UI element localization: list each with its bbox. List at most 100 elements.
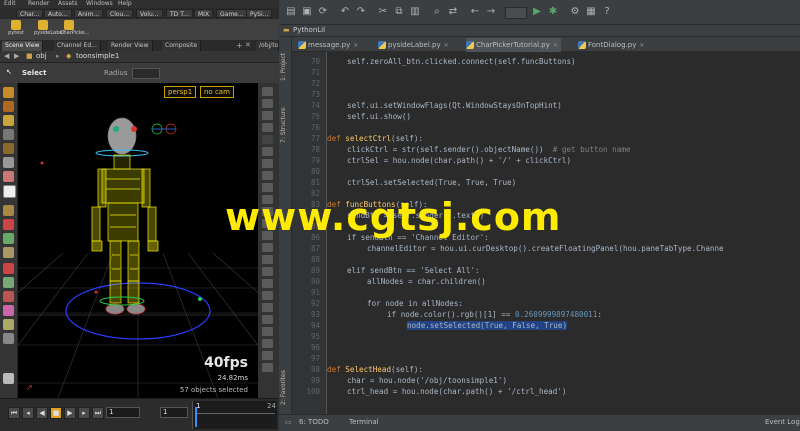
tab-scene-view[interactable]: Scene View: [2, 41, 44, 51]
step-forward-icon[interactable]: ▸: [78, 407, 90, 419]
display-icon[interactable]: [262, 243, 273, 252]
display-icon[interactable]: [262, 99, 273, 108]
display-icon[interactable]: [262, 183, 273, 192]
stop-icon[interactable]: ■: [50, 407, 62, 419]
snap-tool-icon[interactable]: [3, 171, 14, 182]
display-icon[interactable]: [262, 159, 273, 168]
todo-tab[interactable]: 6: TODO: [299, 418, 329, 426]
select-arrow-icon[interactable]: ↖: [6, 68, 12, 76]
camera-menu[interactable]: persp1: [164, 86, 197, 98]
radius-field[interactable]: [132, 68, 160, 79]
copy-icon[interactable]: ⧉: [393, 6, 405, 18]
display-icon[interactable]: [262, 123, 273, 132]
display-icon[interactable]: [262, 351, 273, 360]
sync-icon[interactable]: ⟳: [317, 6, 329, 18]
undo-icon[interactable]: ↶: [339, 6, 351, 18]
tool-window-toggle-icon[interactable]: ▭: [285, 418, 292, 426]
menu-render[interactable]: Render: [28, 0, 49, 7]
jump-start-icon[interactable]: ⏮: [8, 407, 20, 419]
view-tool-icon[interactable]: [3, 185, 16, 198]
display-icon[interactable]: [262, 327, 273, 336]
cut-icon[interactable]: ✂: [377, 6, 389, 18]
display-icon[interactable]: [262, 303, 273, 312]
rotate-tool-icon[interactable]: [3, 115, 14, 126]
display-icon[interactable]: [262, 171, 273, 180]
shelf-tab-mix[interactable]: MIX: [194, 9, 214, 18]
project-breadcrumb[interactable]: PythonLil: [293, 26, 325, 34]
jump-end-icon[interactable]: ⏭: [92, 407, 104, 419]
display-icon[interactable]: [262, 87, 273, 96]
favorites-tool-tab[interactable]: 2: Favorites: [280, 357, 291, 405]
close-tab-icon[interactable]: ✕: [639, 42, 644, 49]
scale-tool-icon[interactable]: [3, 129, 14, 140]
display-icon[interactable]: [262, 279, 273, 288]
display-icon[interactable]: [262, 339, 273, 348]
current-frame-field[interactable]: 1: [106, 407, 140, 418]
replace-icon[interactable]: ⇄: [447, 6, 459, 18]
visualize-icon[interactable]: [3, 291, 14, 302]
debug-icon[interactable]: ✱: [547, 6, 559, 18]
add-tab-icon[interactable]: +: [236, 41, 243, 50]
light-icon[interactable]: [3, 233, 14, 244]
run-icon[interactable]: ▶: [531, 6, 543, 18]
display-icon[interactable]: [262, 255, 273, 264]
link-icon[interactable]: [3, 319, 14, 330]
terminal-tab[interactable]: Terminal: [349, 418, 379, 426]
display-options-icon[interactable]: [3, 277, 14, 288]
settings-icon[interactable]: ⚙: [569, 6, 581, 18]
forward-icon[interactable]: →: [485, 6, 497, 18]
project-tool-tab[interactable]: 1: Project: [280, 41, 291, 81]
paste-icon[interactable]: ▥: [409, 6, 421, 18]
step-back-icon[interactable]: ◂: [22, 407, 34, 419]
help-icon[interactable]: [3, 373, 14, 384]
camera-icon[interactable]: [3, 247, 14, 258]
path-network[interactable]: obj: [36, 52, 47, 60]
tab-composite[interactable]: Composite: [162, 41, 202, 51]
shelf-tab-anim[interactable]: Anim...: [74, 9, 104, 18]
tab-render-view[interactable]: Render View: [108, 41, 153, 51]
display-icon[interactable]: [262, 111, 273, 120]
path-node[interactable]: toonsimple1: [76, 52, 119, 60]
menu-windows[interactable]: Windows: [86, 0, 113, 7]
shelf-tab-game[interactable]: Game...: [216, 9, 248, 18]
select-tool-icon[interactable]: [3, 87, 14, 98]
shelf-tab-volu[interactable]: Volu...: [136, 9, 163, 18]
back-icon[interactable]: ←: [469, 6, 481, 18]
shelf-tool-pytest[interactable]: pytest: [7, 20, 25, 39]
menu-assets[interactable]: Assets: [58, 0, 78, 7]
display-icon[interactable]: [262, 267, 273, 276]
render-region-icon[interactable]: [3, 205, 14, 216]
find-icon[interactable]: ⌕: [431, 6, 443, 18]
handle-tool-icon[interactable]: [3, 157, 14, 168]
redo-icon[interactable]: ↷: [355, 6, 367, 18]
tab-charpickertutorial-py[interactable]: CharPickerTutorial.py ✕: [466, 38, 561, 52]
display-icon[interactable]: [262, 135, 273, 144]
ghost-icon[interactable]: [3, 305, 14, 316]
tab-network-path[interactable]: /obj/toon...: [256, 41, 279, 51]
save-icon[interactable]: ▣: [301, 6, 313, 18]
forward-arrow-icon[interactable]: ▶: [14, 52, 19, 60]
close-tab-icon[interactable]: ✕: [353, 42, 358, 49]
close-tab-icon[interactable]: ✕: [444, 42, 449, 49]
grid-icon[interactable]: [3, 333, 14, 344]
display-icon[interactable]: [262, 147, 273, 156]
shelf-tab-pysi[interactable]: PySi...: [246, 9, 273, 18]
timeline-cursor[interactable]: [195, 407, 197, 427]
timeline-ruler[interactable]: 1 24: [192, 401, 277, 429]
menu-edit[interactable]: Edit: [4, 0, 16, 7]
shelf-tool-charpicker[interactable]: CharPicke...: [60, 20, 89, 39]
menu-help[interactable]: Help: [118, 0, 132, 7]
start-frame-field[interactable]: 1: [160, 407, 188, 418]
move-tool-icon[interactable]: [3, 101, 14, 112]
shelf-tool-pysidelabel[interactable]: pysideLabel: [34, 20, 64, 39]
shelf-tab-char[interactable]: Char...: [16, 9, 44, 18]
display-icon[interactable]: [262, 315, 273, 324]
event-log-tab[interactable]: Event Log: [765, 418, 800, 426]
close-tab-icon[interactable]: ✕: [553, 42, 558, 49]
shelf-tab-clou[interactable]: Clou...: [106, 9, 134, 18]
run-config-dropdown[interactable]: [505, 7, 527, 19]
display-icon[interactable]: [262, 291, 273, 300]
play-reverse-icon[interactable]: ◀: [36, 407, 48, 419]
scene-viewport[interactable]: persp1 no cam 40fps 24.82ms 57 objects s…: [18, 83, 258, 398]
tab-channel-editor[interactable]: Channel Ed...: [54, 41, 101, 51]
